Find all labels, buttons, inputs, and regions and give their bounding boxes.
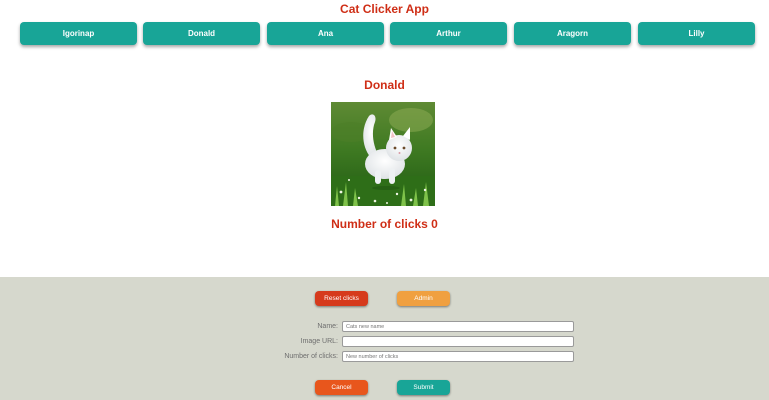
image-url-input[interactable] — [342, 336, 574, 347]
cat-button-ana[interactable]: Ana — [267, 22, 384, 45]
name-label: Name: — [317, 323, 338, 330]
cat-button-donald[interactable]: Donald — [143, 22, 260, 45]
admin-button[interactable]: Admin — [397, 291, 450, 306]
cat-button-arthur[interactable]: Arthur — [390, 22, 507, 45]
clicks-input[interactable]: New number of clicks — [342, 351, 574, 362]
cat-button-aragorn[interactable]: Aragorn — [514, 22, 631, 45]
cat-nav: Igorinap Donald Ana Arthur Aragorn Lilly — [0, 22, 769, 46]
cat-button-igorinap[interactable]: Igorinap — [20, 22, 137, 45]
cat-photo-graphic — [331, 102, 435, 206]
cancel-button[interactable]: Cancel — [315, 380, 368, 395]
cat-button-lilly[interactable]: Lilly — [638, 22, 755, 45]
click-counter: Number of clicks 0 — [331, 217, 438, 231]
clicks-label: Number of clicks: — [284, 353, 338, 360]
submit-button[interactable]: Submit — [397, 380, 450, 395]
cat-image[interactable] — [331, 102, 435, 206]
admin-panel: Reset clicks Admin Name: Cats new name I… — [0, 277, 769, 400]
app-title: Cat Clicker App — [340, 2, 429, 16]
cat-name: Donald — [364, 78, 405, 92]
reset-clicks-button[interactable]: Reset clicks — [315, 291, 368, 306]
name-input[interactable]: Cats new name — [342, 321, 574, 332]
image-url-label: Image URL: — [300, 338, 338, 345]
